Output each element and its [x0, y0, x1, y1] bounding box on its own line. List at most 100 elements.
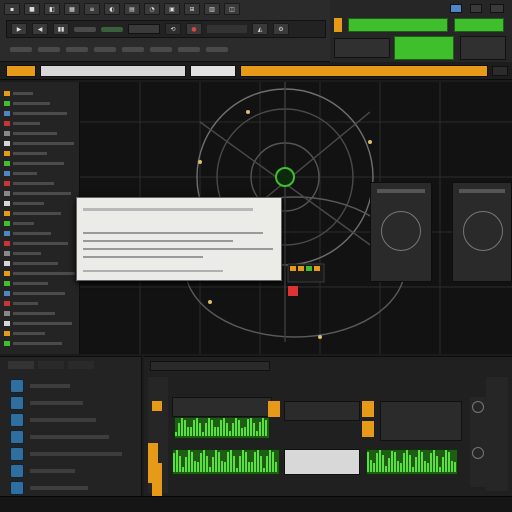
knob-icon[interactable]: [381, 211, 421, 251]
browser-item[interactable]: [4, 310, 76, 317]
toolbar-button[interactable]: ▦: [64, 3, 80, 15]
toolbar-button[interactable]: ◫: [224, 3, 240, 15]
toolbar-button[interactable]: ▪: [4, 3, 20, 15]
tab[interactable]: [8, 361, 34, 369]
toolbar-button[interactable]: ◐: [104, 3, 120, 15]
volume-slider[interactable]: [101, 26, 123, 32]
lane[interactable]: [284, 401, 360, 421]
browser-item-swatch: [4, 201, 10, 206]
browser-item-label: [13, 252, 41, 255]
browser-item[interactable]: [4, 330, 76, 337]
knob-icon[interactable]: [472, 447, 484, 459]
record-icon[interactable]: ●: [186, 23, 202, 35]
alert-icon: [288, 286, 298, 296]
tab[interactable]: [68, 361, 94, 369]
browser-item[interactable]: [4, 180, 76, 187]
browser-item[interactable]: [4, 210, 76, 217]
browser-item-swatch: [4, 191, 10, 196]
browser-item[interactable]: [4, 150, 76, 157]
list-item[interactable]: [10, 462, 136, 479]
lane[interactable]: [172, 397, 272, 417]
browser-item-swatch: [4, 331, 10, 336]
browser-item-swatch: [4, 181, 10, 186]
toolbar-button[interactable]: ▣: [164, 3, 180, 15]
knob-icon[interactable]: [472, 401, 484, 413]
clip[interactable]: [40, 65, 186, 77]
lane[interactable]: [380, 401, 462, 441]
center-node-icon[interactable]: [275, 167, 295, 187]
pause-button[interactable]: ▮▮: [53, 23, 69, 35]
metronome-icon[interactable]: ◭: [252, 23, 268, 35]
list-item[interactable]: [10, 411, 136, 428]
waveform-clip[interactable]: [174, 417, 270, 439]
toolbar-button[interactable]: ≡: [84, 3, 100, 15]
browser-item[interactable]: [4, 240, 76, 247]
toolbar-button[interactable]: ▥: [204, 3, 220, 15]
browser-item[interactable]: [4, 320, 76, 327]
clip-marker[interactable]: [362, 421, 374, 437]
tab[interactable]: [38, 361, 64, 369]
list-item[interactable]: [10, 428, 136, 445]
scroll-bar[interactable]: [486, 377, 508, 491]
browser-item[interactable]: [4, 120, 76, 127]
browser-item[interactable]: [4, 200, 76, 207]
browser-item[interactable]: [4, 130, 76, 137]
control-slider[interactable]: [178, 46, 200, 52]
meter-panel: [330, 0, 512, 62]
browser-item[interactable]: [4, 100, 76, 107]
window-button[interactable]: [490, 4, 504, 13]
loop-icon[interactable]: ⟲: [165, 23, 181, 35]
control-slider[interactable]: [10, 46, 32, 52]
control-slider[interactable]: [38, 46, 60, 52]
play-button[interactable]: ▶: [11, 23, 27, 35]
browser-item[interactable]: [4, 250, 76, 257]
window-button[interactable]: [470, 4, 482, 13]
toolbar-button[interactable]: ■: [24, 3, 40, 15]
clip-marker[interactable]: [362, 401, 374, 417]
tempo-slider[interactable]: [74, 26, 96, 32]
toolbar-button[interactable]: ◧: [44, 3, 60, 15]
toolbar-button[interactable]: ⊞: [184, 3, 200, 15]
browser-item[interactable]: [4, 300, 76, 307]
browser-item[interactable]: [4, 190, 76, 197]
browser-item-label: [13, 212, 61, 215]
browser-item[interactable]: [4, 220, 76, 227]
toolbar-button[interactable]: ◔: [144, 3, 160, 15]
settings-icon[interactable]: ⚙: [273, 23, 289, 35]
browser-item[interactable]: [4, 340, 76, 347]
control-slider[interactable]: [206, 46, 228, 52]
browser-item[interactable]: [4, 90, 76, 97]
browser-item[interactable]: [4, 140, 76, 147]
lane-mute-button[interactable]: [152, 401, 162, 411]
browser-item[interactable]: [4, 290, 76, 297]
strip-menu-button[interactable]: [492, 66, 508, 76]
toolbar-button[interactable]: ▤: [124, 3, 140, 15]
clip[interactable]: [240, 65, 488, 77]
browser-item[interactable]: [4, 260, 76, 267]
list-item[interactable]: [10, 377, 136, 394]
browser-item-label: [13, 312, 55, 315]
clip[interactable]: [6, 65, 36, 77]
waveform-clip[interactable]: [172, 449, 280, 475]
window-button[interactable]: [450, 4, 462, 13]
clip-marker[interactable]: [268, 401, 280, 417]
browser-item[interactable]: [4, 110, 76, 117]
control-slider[interactable]: [94, 46, 116, 52]
waveform-clip[interactable]: [366, 449, 458, 475]
control-slider[interactable]: [150, 46, 172, 52]
browser-item[interactable]: [4, 170, 76, 177]
browser-item[interactable]: [4, 160, 76, 167]
text-clip[interactable]: [284, 449, 360, 475]
list-item[interactable]: [10, 479, 136, 496]
clip[interactable]: [190, 65, 236, 77]
browser-item-swatch: [4, 111, 10, 116]
list-item[interactable]: [10, 445, 136, 462]
browser-item[interactable]: [4, 230, 76, 237]
control-slider[interactable]: [122, 46, 144, 52]
browser-item[interactable]: [4, 270, 76, 277]
rewind-button[interactable]: ◀: [32, 23, 48, 35]
control-slider[interactable]: [66, 46, 88, 52]
browser-item[interactable]: [4, 280, 76, 287]
knob-icon[interactable]: [463, 211, 503, 251]
list-item[interactable]: [10, 394, 136, 411]
